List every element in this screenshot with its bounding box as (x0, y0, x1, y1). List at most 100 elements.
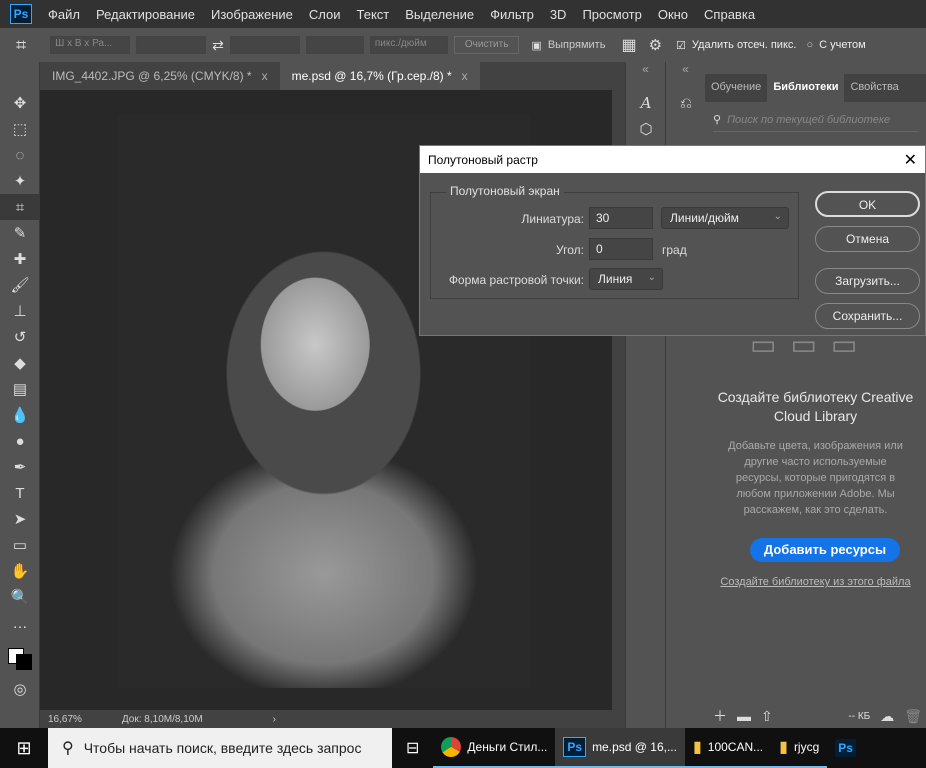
width-input[interactable] (136, 36, 207, 54)
taskbar-folder-100can[interactable]: ▮ 100CAN... (684, 728, 772, 768)
resolution-input[interactable] (305, 36, 364, 54)
history-panel-icon[interactable]: ⎌ (666, 90, 706, 116)
taskbar-chrome[interactable]: Деньги Стил... (433, 728, 556, 768)
clear-button[interactable]: Очистить (453, 36, 520, 54)
taskbar-search-placeholder: Чтобы начать поиск, введите здесь запрос (83, 740, 362, 756)
history-brush-tool-icon[interactable]: ↺ (0, 324, 40, 350)
tools-panel: ✥ ⬚ ◌ ✦ ⌗ ✎ ✚ 🖌 ⊥ ↺ ◆ ▤ 💧 ● ✒ T ➤ ▭ ✋ 🔍 … (0, 62, 40, 728)
cancel-button[interactable]: Отмена (815, 226, 920, 252)
menu-select[interactable]: Выделение (397, 7, 482, 22)
trash-icon[interactable]: 🗑 (904, 708, 922, 725)
search-icon: ⚲ (713, 114, 722, 126)
frequency-input[interactable]: 30 (589, 207, 653, 229)
crop-tool-icon[interactable]: ⌗ (0, 194, 40, 220)
menu-type[interactable]: Текст (349, 7, 398, 22)
frequency-unit-value: Линии/дюйм (670, 211, 739, 225)
straighten-button[interactable]: Выпрямить (548, 39, 606, 51)
more-tools-icon[interactable]: … (0, 610, 40, 636)
task-view-icon[interactable]: ⊟ (392, 728, 433, 768)
folder-icon[interactable]: ▬ (737, 708, 751, 724)
zoom-level[interactable]: 16,67% (48, 714, 82, 725)
angle-input[interactable]: 0 (589, 238, 653, 260)
ratio-select[interactable]: Ш x В x Ра... (50, 36, 131, 54)
height-input[interactable] (229, 36, 300, 54)
close-tab-icon[interactable]: x (262, 69, 268, 83)
library-title: Создайте библиотеку Creative Cloud Libra… (717, 389, 914, 424)
eraser-tool-icon[interactable]: ◆ (0, 350, 40, 376)
ok-button[interactable]: OK (815, 191, 920, 217)
dialog-titlebar: Полутоновый растр ✕ (420, 146, 925, 173)
swap-icon[interactable]: ⇄ (212, 37, 224, 54)
marquee-tool-icon[interactable]: ⬚ (0, 116, 40, 142)
blur-tool-icon[interactable]: 💧 (0, 402, 40, 428)
gear-icon[interactable]: ⚙ (649, 36, 662, 54)
grid-overlay-icon[interactable]: ▦ (621, 35, 636, 55)
type-tool-icon[interactable]: T (0, 480, 40, 506)
frequency-unit-select[interactable]: Линии/дюйм ⌄ (661, 207, 789, 229)
menu-edit[interactable]: Редактирование (88, 7, 203, 22)
menu-layers[interactable]: Слои (301, 7, 349, 22)
taskbar-folder-rjycg[interactable]: ▮ rjycg (771, 728, 828, 768)
tab-img-4402[interactable]: IMG_4402.JPG @ 6,25% (CMYK/8) * x (40, 62, 280, 90)
load-button[interactable]: Загрузить... (815, 268, 920, 294)
menu-image[interactable]: Изображение (203, 7, 301, 22)
eyedropper-tool-icon[interactable]: ✎ (0, 220, 40, 246)
upload-icon[interactable]: ⇧ (761, 708, 773, 725)
content-aware-checkbox[interactable]: ○ (806, 39, 813, 51)
gradient-tool-icon[interactable]: ▤ (0, 376, 40, 402)
menu-view[interactable]: Просмотр (574, 7, 649, 22)
dodge-tool-icon[interactable]: ● (0, 428, 40, 454)
taskbar-search[interactable]: ⚲ Чтобы начать поиск, введите здесь запр… (48, 728, 392, 768)
dialog-title: Полутоновый растр (428, 152, 538, 167)
zoom-tool-icon[interactable]: 🔍 (0, 584, 40, 610)
taskbar-photoshop-doc[interactable]: Ps me.psd @ 16,... (555, 728, 685, 768)
3d-panel-icon[interactable]: ⬡ (626, 116, 666, 142)
tab-learn[interactable]: Обучение (705, 74, 767, 102)
close-icon[interactable]: ✕ (904, 150, 917, 170)
stamp-tool-icon[interactable]: ⊥ (0, 298, 40, 324)
path-selection-tool-icon[interactable]: ➤ (0, 506, 40, 532)
menu-window[interactable]: Окно (650, 7, 696, 22)
menu-filter[interactable]: Фильтр (482, 7, 542, 22)
move-tool-icon[interactable]: ✥ (0, 90, 40, 116)
folder-icon: ▮ (779, 739, 788, 756)
tab-properties[interactable]: Свойства (844, 74, 904, 102)
cloud-icon[interactable]: ☁ (880, 708, 894, 725)
brush-tool-icon[interactable]: 🖌 (0, 272, 40, 298)
character-panel-icon[interactable]: A (626, 90, 666, 116)
windows-start-icon[interactable]: ⊞ (0, 738, 48, 759)
search-icon: ⚲ (62, 740, 74, 757)
rectangle-tool-icon[interactable]: ▭ (0, 532, 40, 558)
angle-label: Угол: (556, 243, 584, 257)
quick-mask-icon[interactable]: ◎ (0, 676, 40, 702)
status-arrow-icon[interactable]: › (273, 714, 276, 725)
straighten-icon[interactable]: ▣ (531, 39, 541, 52)
add-resources-button[interactable]: Добавить ресурсы (750, 538, 900, 562)
color-swatches-icon[interactable] (0, 636, 40, 676)
add-icon[interactable]: ＋ (713, 706, 727, 726)
tab-me-psd[interactable]: me.psd @ 16,7% (Гр.сер./8) * x (279, 62, 480, 90)
shape-select[interactable]: Линия ⌄ (589, 268, 663, 290)
menu-help[interactable]: Справка (696, 7, 763, 22)
crop-icon[interactable]: ⌗ (16, 35, 26, 56)
hand-tool-icon[interactable]: ✋ (0, 558, 40, 584)
taskbar-label: 100CAN... (707, 740, 764, 754)
photoshop-icon: Ps (563, 737, 587, 757)
taskbar-photoshop[interactable]: Ps (827, 728, 864, 768)
taskbar: ⊞ ⚲ Чтобы начать поиск, введите здесь за… (0, 728, 926, 768)
delete-cropped-checkbox[interactable]: ☑ (676, 39, 686, 52)
create-library-link[interactable]: Создайте библиотеку из этого файла (705, 576, 926, 588)
save-button[interactable]: Сохранить... (815, 303, 920, 329)
tab-libraries[interactable]: Библиотеки (767, 74, 845, 102)
library-search[interactable]: ⚲ Поиск по текущей библиотеке (713, 108, 918, 132)
units-select[interactable]: пикс./дюйм (369, 36, 448, 54)
healing-brush-tool-icon[interactable]: ✚ (0, 246, 40, 272)
magic-wand-tool-icon[interactable]: ✦ (0, 168, 40, 194)
pen-tool-icon[interactable]: ✒ (0, 454, 40, 480)
menu-file[interactable]: Файл (40, 7, 88, 22)
close-tab-icon[interactable]: x (462, 69, 468, 83)
chevron-down-icon: ⌄ (647, 272, 656, 283)
lasso-tool-icon[interactable]: ◌ (0, 142, 40, 168)
menu-3d[interactable]: 3D (542, 7, 575, 22)
angle-unit: град (662, 243, 687, 257)
